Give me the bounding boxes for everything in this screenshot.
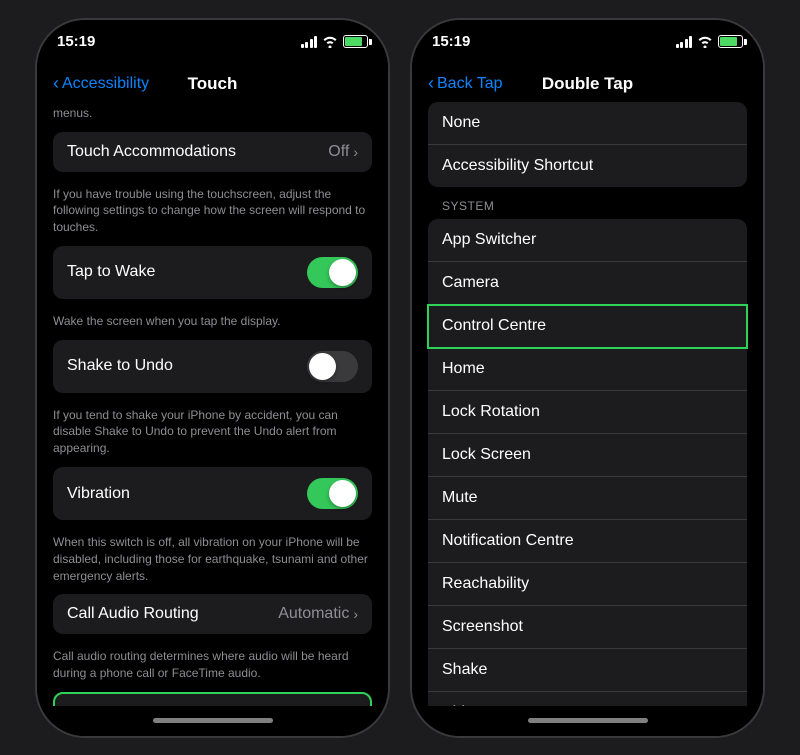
right-wifi-icon xyxy=(697,36,713,48)
left-time: 15:19 xyxy=(57,33,95,50)
intro-text: menus. xyxy=(53,102,372,132)
right-battery-icon xyxy=(718,35,743,48)
right-notch xyxy=(528,20,648,48)
list-item-lock-rotation[interactable]: Lock Rotation xyxy=(428,391,747,434)
right-top-section: None Accessibility Shortcut xyxy=(412,102,763,187)
vibration-label: Vibration xyxy=(67,485,130,503)
left-back-chevron-icon: ‹ xyxy=(53,73,59,94)
touch-accommodations-row[interactable]: Touch Accommodations Off › xyxy=(53,132,372,172)
right-nav-title: Double Tap xyxy=(542,74,633,94)
list-item-lock-screen[interactable]: Lock Screen xyxy=(428,434,747,477)
left-back-label: Accessibility xyxy=(62,75,149,93)
left-status-bar: 15:19 xyxy=(37,20,388,64)
tap-to-wake-desc: Wake the screen when you tap the display… xyxy=(53,307,372,340)
shake-to-undo-toggle[interactable] xyxy=(307,351,358,382)
notch xyxy=(153,20,273,48)
shake-to-undo-card: Shake to Undo xyxy=(53,340,372,393)
vibration-card: Vibration xyxy=(53,467,372,520)
tap-to-wake-toggle[interactable] xyxy=(307,257,358,288)
touch-accommodations-chevron-icon: › xyxy=(353,144,358,160)
list-item-mute[interactable]: Mute xyxy=(428,477,747,520)
battery-icon xyxy=(343,35,368,48)
list-item-camera[interactable]: Camera xyxy=(428,262,747,305)
left-phone-bottom xyxy=(37,706,388,736)
back-tap-card[interactable]: Back Tap On › xyxy=(53,692,372,705)
left-nav-title: Touch xyxy=(188,74,238,94)
list-item-notification-centre[interactable]: Notification Centre xyxy=(428,520,747,563)
left-content: menus. Touch Accommodations Off › If you… xyxy=(37,102,388,706)
shake-to-undo-row[interactable]: Shake to Undo xyxy=(53,340,372,393)
back-tap-row[interactable]: Back Tap On › xyxy=(55,694,370,705)
call-audio-desc: Call audio routing determines where audi… xyxy=(53,642,372,692)
right-status-bar: 15:19 xyxy=(412,20,763,64)
left-status-icons xyxy=(301,35,369,48)
touch-accommodations-card: Touch Accommodations Off › xyxy=(53,132,372,172)
list-item-home[interactable]: Home xyxy=(428,348,747,391)
right-top-list: None Accessibility Shortcut xyxy=(428,102,747,187)
right-back-label: Back Tap xyxy=(437,75,503,93)
list-item-none[interactable]: None xyxy=(428,102,747,145)
tap-to-wake-card: Tap to Wake xyxy=(53,246,372,299)
list-item-accessibility-shortcut[interactable]: Accessibility Shortcut xyxy=(428,145,747,187)
call-audio-card: Call Audio Routing Automatic › xyxy=(53,594,372,634)
right-home-indicator xyxy=(528,718,648,723)
wifi-icon xyxy=(322,36,338,48)
right-phone-bottom xyxy=(412,706,763,736)
shake-to-undo-desc: If you tend to shake your iPhone by acci… xyxy=(53,401,372,467)
left-screen: ‹ Accessibility Touch menus. Touch Accom… xyxy=(37,64,388,706)
vibration-desc: When this switch is off, all vibration o… xyxy=(53,528,372,594)
right-status-icons xyxy=(676,35,744,48)
call-audio-value: Automatic › xyxy=(278,605,358,623)
right-nav-header: ‹ Back Tap Double Tap xyxy=(412,64,763,102)
right-screen: ‹ Back Tap Double Tap None Accessibility… xyxy=(412,64,763,706)
shake-to-undo-knob xyxy=(309,353,336,380)
tap-to-wake-knob xyxy=(329,259,356,286)
right-system-section: SYSTEM App Switcher Camera Control Centr… xyxy=(412,191,763,706)
list-item-reachability[interactable]: Reachability xyxy=(428,563,747,606)
list-item-screenshot[interactable]: Screenshot xyxy=(428,606,747,649)
signal-icon xyxy=(301,36,318,48)
left-nav-header: ‹ Accessibility Touch xyxy=(37,64,388,102)
tap-to-wake-label: Tap to Wake xyxy=(67,263,155,281)
call-audio-row[interactable]: Call Audio Routing Automatic › xyxy=(53,594,372,634)
call-audio-chevron-icon: › xyxy=(353,606,358,622)
touch-accommodations-value: Off › xyxy=(328,143,358,161)
call-audio-label: Call Audio Routing xyxy=(67,605,199,623)
tap-to-wake-row[interactable]: Tap to Wake xyxy=(53,246,372,299)
right-back-button[interactable]: ‹ Back Tap xyxy=(428,73,503,94)
left-home-indicator xyxy=(153,718,273,723)
right-signal-icon xyxy=(676,36,693,48)
system-section-label: SYSTEM xyxy=(428,191,747,219)
vibration-knob xyxy=(329,480,356,507)
shake-to-undo-label: Shake to Undo xyxy=(67,357,173,375)
system-list: App Switcher Camera Control Centre Home … xyxy=(428,219,747,706)
list-item-app-switcher[interactable]: App Switcher xyxy=(428,219,747,262)
list-item-control-centre[interactable]: Control Centre xyxy=(428,305,747,348)
vibration-row[interactable]: Vibration xyxy=(53,467,372,520)
left-phone: 15:19 ‹ Accessibility Touch xyxy=(35,18,390,738)
list-item-siri[interactable]: Siri xyxy=(428,692,747,706)
left-back-button[interactable]: ‹ Accessibility xyxy=(53,73,149,94)
touch-accommodations-desc: If you have trouble using the touchscree… xyxy=(53,180,372,246)
list-item-shake[interactable]: Shake xyxy=(428,649,747,692)
right-time: 15:19 xyxy=(432,33,470,50)
vibration-toggle[interactable] xyxy=(307,478,358,509)
touch-accommodations-label: Touch Accommodations xyxy=(67,143,236,161)
right-phone: 15:19 ‹ Back Tap Double Tap xyxy=(410,18,765,738)
right-back-chevron-icon: ‹ xyxy=(428,73,434,94)
